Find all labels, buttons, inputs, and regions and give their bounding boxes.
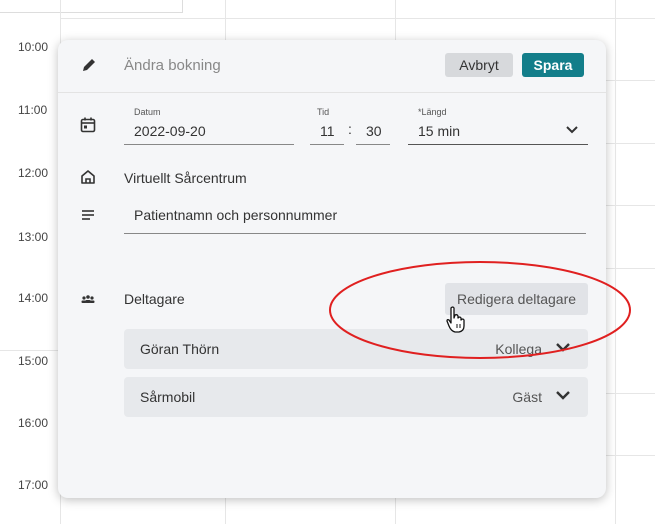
- time-hour: 11: [320, 123, 335, 139]
- location-text: Virtuellt Sårcentrum: [124, 170, 247, 186]
- duration-value: 15 min: [418, 123, 461, 139]
- time-label: 11:00: [18, 103, 48, 117]
- participant-row[interactable]: Sårmobil Gäst: [124, 377, 588, 417]
- time-label: 13:00: [18, 230, 49, 244]
- time-label: 14:00: [18, 291, 49, 305]
- time-label: 16:00: [18, 416, 49, 430]
- participant-name: Göran Thörn: [140, 341, 220, 357]
- home-icon: [81, 170, 95, 184]
- date-value: 2022-09-20: [134, 123, 206, 139]
- save-button[interactable]: Spara: [522, 53, 584, 77]
- people-icon: [81, 295, 95, 303]
- time-label-small: Tid: [317, 107, 330, 117]
- cancel-button[interactable]: Avbryt: [445, 53, 513, 77]
- participant-role: Gäst: [512, 389, 542, 405]
- pencil-icon: [83, 59, 95, 71]
- annotation-circle: [329, 261, 631, 359]
- participant-name: Sårmobil: [140, 389, 196, 405]
- time-label: 17:00: [18, 478, 49, 492]
- description-field[interactable]: Patientnamn och personnummer: [124, 203, 586, 234]
- time-separator: :: [348, 121, 352, 137]
- chevron-down-icon[interactable]: [556, 391, 570, 400]
- hand-cursor-icon: [446, 306, 465, 333]
- duration-label: *Längd: [418, 107, 447, 117]
- calendar-hour-line: [0, 350, 60, 351]
- description-value: Patientnamn och personnummer: [134, 207, 338, 223]
- time-minute: 30: [366, 123, 382, 139]
- time-label: 15:00: [18, 354, 49, 368]
- calendar-top-cell: [0, 0, 183, 13]
- dialog-title: Ändra bokning: [124, 57, 221, 74]
- time-label: 10:00: [18, 40, 49, 54]
- time-label: 12:00: [18, 166, 49, 180]
- dialog-header: Ändra bokning Avbryt Spara: [58, 40, 606, 93]
- participants-label: Deltagare: [124, 291, 185, 307]
- notes-icon: [82, 210, 94, 220]
- date-label: Datum: [134, 107, 161, 117]
- chevron-down-icon: [566, 126, 578, 134]
- calendar-hour-line: [60, 18, 655, 19]
- calendar-icon: [80, 117, 96, 133]
